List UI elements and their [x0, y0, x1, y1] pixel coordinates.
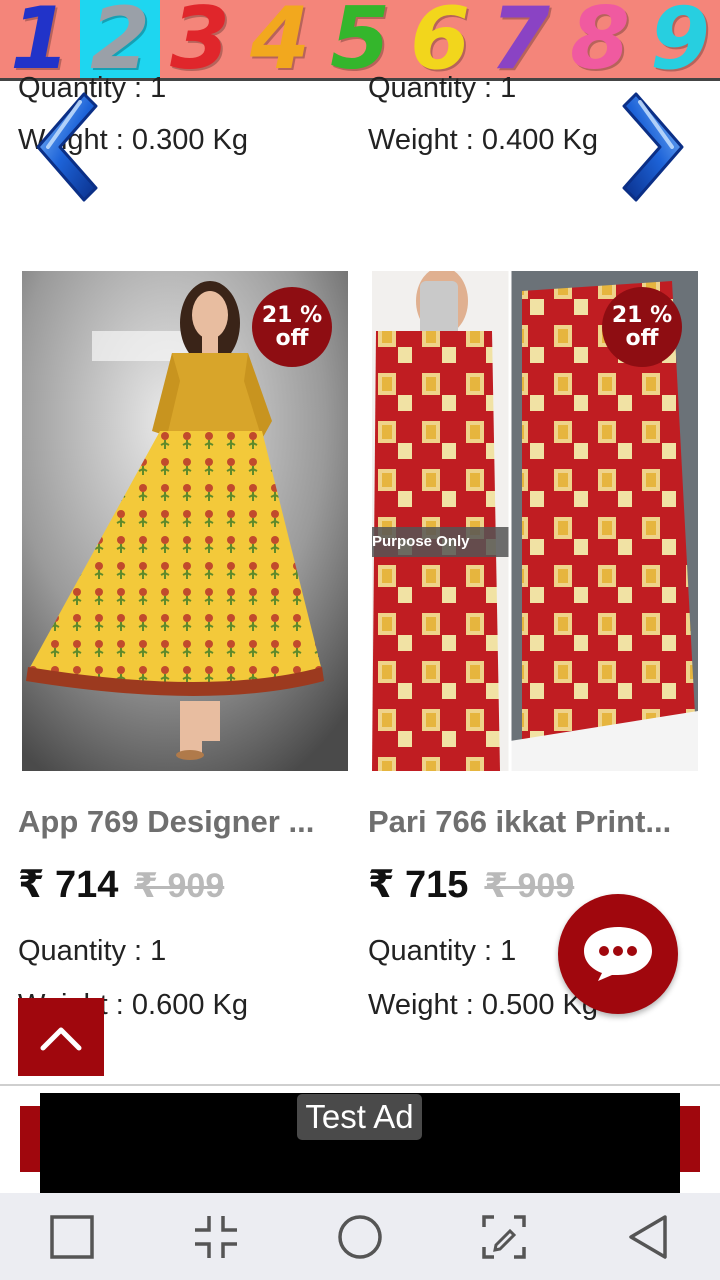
product-name[interactable]: Pari 766 ikkat Print...: [368, 804, 694, 840]
discount-value: 21 %: [261, 303, 323, 328]
recents-button[interactable]: [42, 1207, 102, 1267]
home-button[interactable]: [330, 1207, 390, 1267]
chevron-up-icon: [40, 1027, 82, 1051]
discount-badge: 21 % off: [602, 287, 682, 367]
triangle-back-icon: [629, 1214, 667, 1259]
banner-digit-9[interactable]: 9: [640, 0, 720, 78]
system-nav-bar: [0, 1193, 720, 1280]
banner-digit-7[interactable]: 7: [480, 0, 560, 78]
compress-button[interactable]: [186, 1207, 246, 1267]
discount-value: 21 %: [611, 303, 673, 328]
prev-right-quantity: Quantity : 1: [368, 72, 517, 104]
price: ₹ 714: [18, 864, 119, 906]
next-arrow-button[interactable]: [622, 88, 694, 206]
product-image-1[interactable]: 21 % off: [22, 271, 348, 771]
discount-badge: 21 % off: [252, 287, 332, 367]
image-watermark: Purpose Only: [372, 533, 470, 550]
chat-button[interactable]: [558, 894, 678, 1014]
banner-digit-4[interactable]: 4: [240, 0, 320, 78]
banner-digit-6[interactable]: 6: [400, 0, 480, 78]
screen: 123456789 Quantity : 1 Weight : 0.300 Kg…: [0, 0, 720, 1280]
chevron-right-icon: [622, 92, 684, 202]
scroll-top-button[interactable]: [18, 998, 104, 1076]
original-price: ₹ 909: [134, 867, 225, 905]
product-name[interactable]: App 769 Designer ...: [18, 804, 344, 840]
banner-digit-3[interactable]: 3: [160, 0, 240, 78]
banner-digit-1[interactable]: 1: [0, 0, 80, 78]
chevron-left-icon: [36, 92, 98, 202]
chat-bubble-icon: [584, 927, 652, 981]
prev-arrow-button[interactable]: [26, 88, 98, 206]
discount-label: off: [275, 326, 309, 351]
original-price: ₹ 909: [484, 867, 575, 905]
price-row: ₹ 714 ₹ 909: [18, 862, 224, 907]
back-button[interactable]: [618, 1207, 678, 1267]
price: ₹ 715: [368, 864, 469, 906]
banner-digit-2[interactable]: 2: [80, 0, 160, 78]
price-row: ₹ 715 ₹ 909: [368, 862, 574, 907]
banner-digit-5[interactable]: 5: [320, 0, 400, 78]
edit-icon: [482, 1214, 526, 1259]
circle-icon: [338, 1214, 382, 1259]
prev-right-weight: Weight : 0.400 Kg: [368, 124, 599, 156]
screenshot-edit-button[interactable]: [474, 1207, 534, 1267]
square-icon: [50, 1214, 94, 1259]
product-quantity: Quantity : 1: [18, 935, 167, 967]
product-image-2[interactable]: Purpose Only 21 % off: [372, 271, 698, 771]
banner-digit-8[interactable]: 8: [560, 0, 640, 78]
divider: [0, 1084, 720, 1086]
compress-icon: [195, 1215, 237, 1258]
product-weight: Weight : 0.500 Kg: [368, 989, 599, 1021]
ad-label: Test Ad: [297, 1094, 422, 1140]
number-banner[interactable]: 123456789: [0, 0, 720, 78]
product-quantity: Quantity : 1: [368, 935, 517, 967]
discount-label: off: [625, 326, 659, 351]
